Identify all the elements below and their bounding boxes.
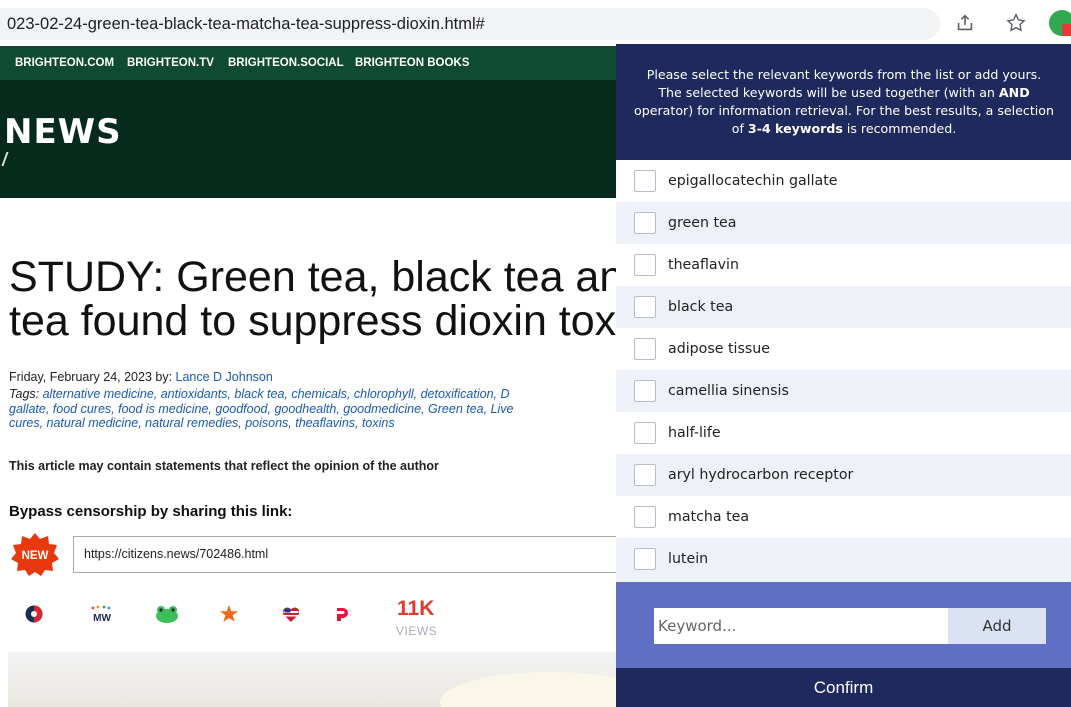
- star-icon[interactable]: [1005, 12, 1027, 34]
- article-headline: STUDY: Green tea, black tea and tea foun…: [9, 255, 649, 343]
- nav-link-brighteon-books[interactable]: BRIGHTEON BOOKS: [355, 57, 469, 69]
- keyword-label[interactable]: camellia sinensis: [668, 383, 789, 399]
- share-link-field[interactable]: https://citizens.news/702486.html: [73, 536, 633, 573]
- instructions-and-operator: AND: [998, 85, 1030, 100]
- keyword-input[interactable]: [654, 608, 948, 644]
- keyword-row[interactable]: lutein: [616, 538, 1071, 580]
- keyword-checkbox[interactable]: [634, 254, 656, 276]
- views-count: 11K: [397, 597, 435, 620]
- new-badge-text: NEW: [22, 550, 49, 562]
- tags-line-3[interactable]: cures, natural medicine, natural remedie…: [9, 416, 395, 430]
- instructions-part-3: is recommended.: [842, 121, 957, 136]
- headline-line-1: STUDY: Green tea, black tea and: [9, 253, 648, 301]
- keyword-row[interactable]: theaflavin: [616, 244, 1071, 286]
- site-masthead: NEWS: [0, 80, 640, 198]
- keyword-label[interactable]: matcha tea: [668, 509, 749, 525]
- keyword-row[interactable]: aryl hydrocarbon receptor: [616, 454, 1071, 496]
- keyword-row[interactable]: camellia sinensis: [616, 370, 1071, 412]
- screen: 023-02-24-green-tea-black-tea-matcha-tea…: [0, 0, 1071, 707]
- tags-label: Tags:: [9, 387, 40, 401]
- gab-icon[interactable]: [219, 604, 239, 624]
- keyword-checkbox[interactable]: [634, 338, 656, 360]
- keyword-checkbox[interactable]: [634, 464, 656, 486]
- tags-line-1[interactable]: alternative medicine, antioxidants, blac…: [43, 387, 510, 401]
- site-top-nav: BRIGHTEON.COM BRIGHTEON.TV BRIGHTEON.SOC…: [0, 46, 640, 80]
- brighteon-icon[interactable]: [24, 604, 44, 624]
- keyword-label[interactable]: lutein: [668, 551, 708, 567]
- svg-text:MW: MW: [93, 613, 111, 624]
- keyword-label[interactable]: epigallocatechin gallate: [668, 173, 838, 189]
- keyword-panel: Please select the relevant keywords from…: [616, 44, 1071, 707]
- flag-heart-icon[interactable]: [281, 604, 301, 624]
- nav-link-brighteon-com[interactable]: BRIGHTEON.COM: [15, 57, 114, 69]
- keyword-checkbox[interactable]: [634, 170, 656, 192]
- keyword-list: epigallocatechin gallate green tea theaf…: [616, 160, 1071, 580]
- extension-badge-icon: [1062, 24, 1071, 36]
- article-date: Friday, February 24, 2023 by:: [9, 370, 176, 384]
- keyword-label[interactable]: black tea: [668, 299, 733, 315]
- keyword-checkbox[interactable]: [634, 380, 656, 402]
- logo-mark-icon: [1, 152, 17, 166]
- keyword-checkbox[interactable]: [634, 296, 656, 318]
- keyword-row[interactable]: black tea: [616, 286, 1071, 328]
- keyword-label[interactable]: half-life: [668, 425, 721, 441]
- add-keyword-button[interactable]: Add: [948, 608, 1046, 644]
- author-link[interactable]: Lance D Johnson: [176, 370, 273, 384]
- keyword-label[interactable]: aryl hydrocarbon receptor: [668, 467, 853, 483]
- keyword-checkbox[interactable]: [634, 422, 656, 444]
- browser-toolbar: 023-02-24-green-tea-black-tea-matcha-tea…: [0, 0, 1071, 46]
- keyword-instructions: Please select the relevant keywords from…: [634, 66, 1054, 138]
- instructions-part-1: Please select the relevant keywords from…: [646, 67, 1042, 100]
- nav-link-brighteon-social[interactable]: BRIGHTEON.SOCIAL: [228, 57, 344, 69]
- headline-line-2: tea found to suppress dioxin toxic: [9, 297, 648, 345]
- share-icon[interactable]: [954, 12, 976, 34]
- tags-line-2[interactable]: gallate, food cures, food is medicine, g…: [9, 402, 514, 416]
- instructions-keyword-count: 3-4 keywords: [747, 121, 843, 136]
- nav-link-brighteon-tv[interactable]: BRIGHTEON.TV: [127, 57, 214, 69]
- keyword-row[interactable]: half-life: [616, 412, 1071, 454]
- keyword-checkbox[interactable]: [634, 548, 656, 570]
- add-keyword-area: Add: [616, 582, 1071, 668]
- keyword-label[interactable]: green tea: [668, 215, 736, 231]
- views-label: VIEWS: [396, 624, 438, 638]
- opinion-notice: This article may contain statements that…: [9, 459, 439, 473]
- keyword-panel-header: Please select the relevant keywords from…: [616, 44, 1071, 160]
- site-logo[interactable]: NEWS: [4, 112, 122, 152]
- keyword-row[interactable]: green tea: [616, 202, 1071, 244]
- keyword-row[interactable]: matcha tea: [616, 496, 1071, 538]
- keyword-label[interactable]: theaflavin: [668, 257, 739, 273]
- keyword-checkbox[interactable]: [634, 506, 656, 528]
- keyword-row[interactable]: epigallocatechin gallate: [616, 160, 1071, 202]
- keyword-checkbox[interactable]: [634, 212, 656, 234]
- confirm-button[interactable]: Confirm: [616, 668, 1071, 707]
- mewe-icon[interactable]: MW: [89, 604, 115, 624]
- bypass-label: Bypass censorship by sharing this link:: [9, 503, 293, 520]
- new-badge-icon: NEW: [11, 533, 59, 576]
- url-text[interactable]: 023-02-24-green-tea-black-tea-matcha-tea…: [7, 15, 485, 34]
- keyword-row[interactable]: adipose tissue: [616, 328, 1071, 370]
- parler-icon[interactable]: [332, 604, 352, 624]
- keyword-label[interactable]: adipose tissue: [668, 341, 770, 357]
- frog-icon[interactable]: [154, 604, 180, 624]
- article-byline: Friday, February 24, 2023 by: Lance D Jo…: [9, 370, 273, 384]
- article-tags: Tags: alternative medicine, antioxidants…: [9, 387, 629, 431]
